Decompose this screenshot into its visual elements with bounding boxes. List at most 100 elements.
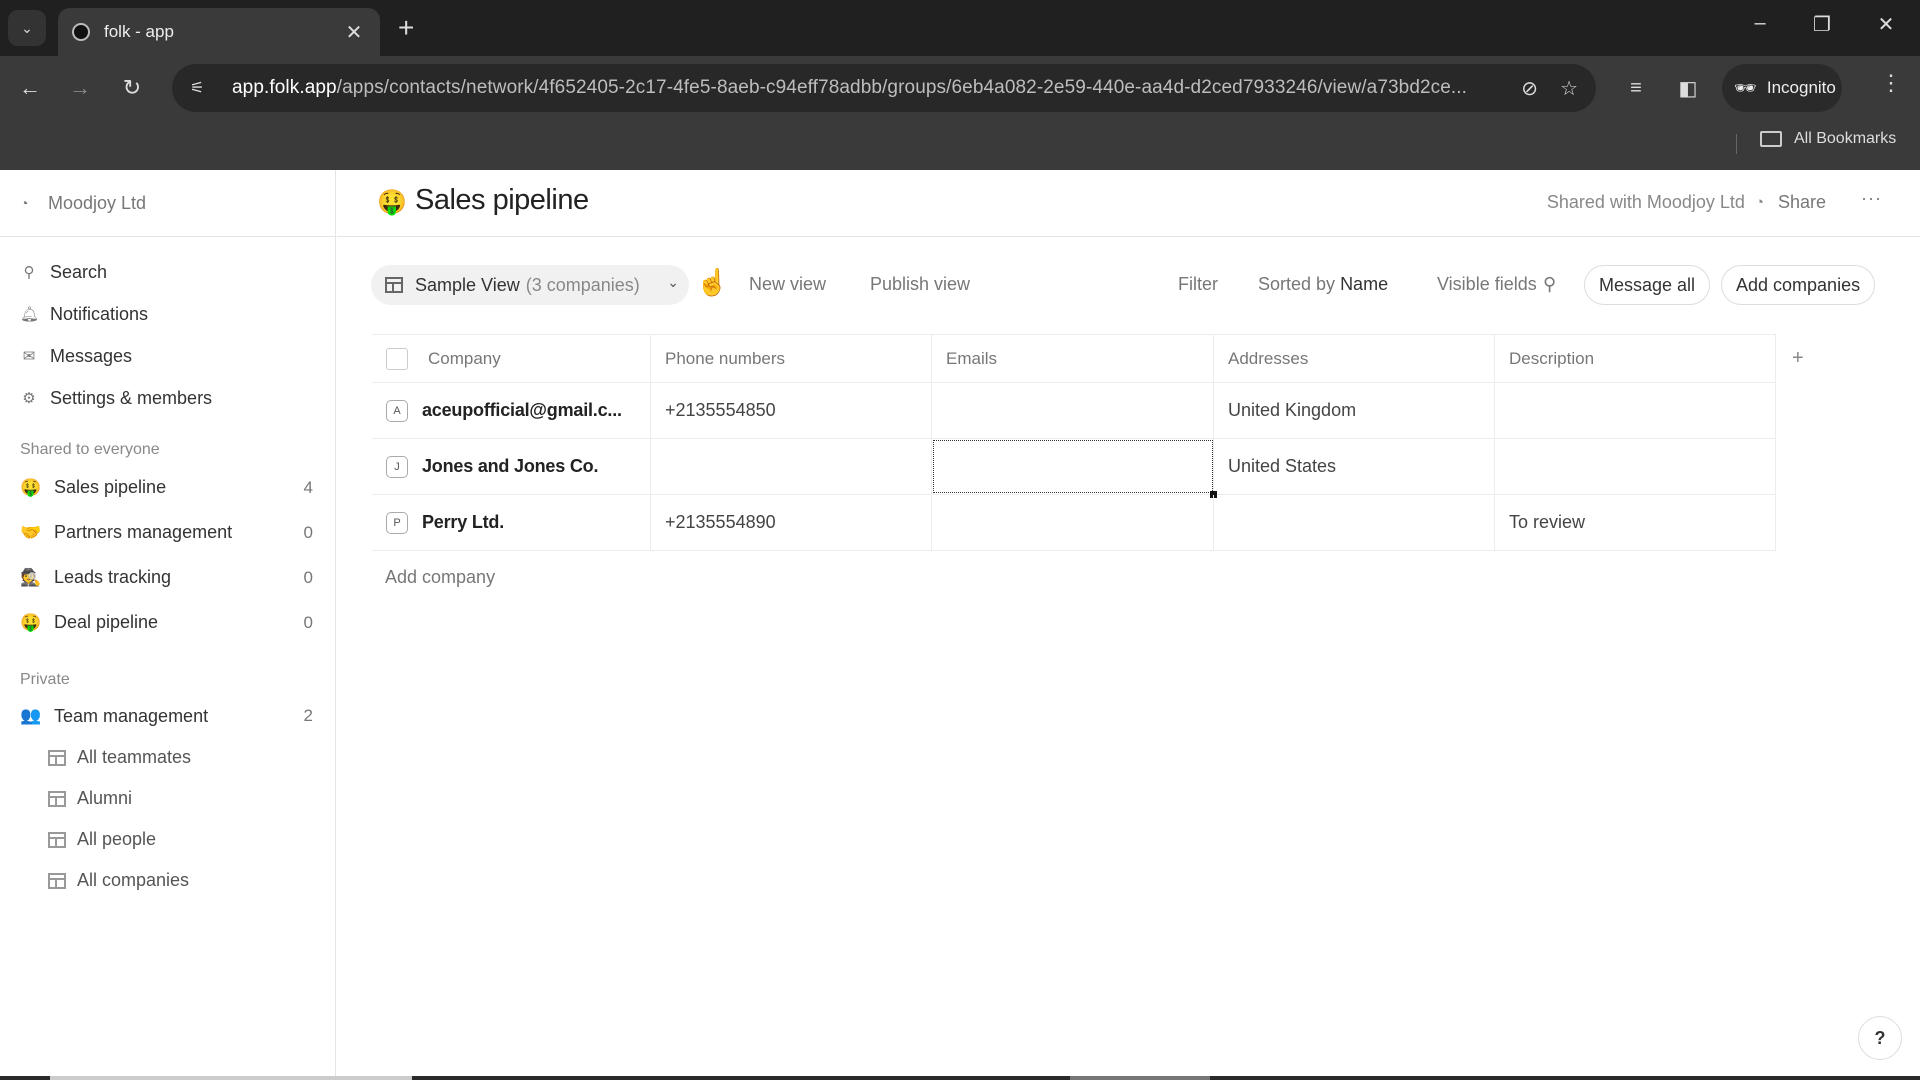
filter-button[interactable]: Filter bbox=[1178, 274, 1218, 295]
sort-prefix: Sorted by bbox=[1258, 274, 1336, 294]
sidebar-view-all-teammates[interactable]: All teammates bbox=[0, 737, 335, 778]
tab-title: folk - app bbox=[104, 22, 174, 41]
sidebar: ◔ Moodjoy Ltd ⚲ Search 🔔︎ Notifications … bbox=[0, 170, 336, 1080]
address-cell[interactable]: United Kingdom bbox=[1214, 383, 1495, 438]
sidebar-group-leads-tracking[interactable]: 🕵️ Leads tracking 0 bbox=[0, 555, 335, 600]
email-cell[interactable] bbox=[932, 495, 1214, 550]
sidebar-item-label: Notifications bbox=[50, 303, 149, 324]
company-name: aceupofficial@gmail.c... bbox=[422, 400, 622, 420]
phone-cell[interactable]: +2135554890 bbox=[651, 495, 932, 550]
tab-search-button[interactable]: ⌄ bbox=[8, 10, 46, 46]
detective-icon: 🕵️ bbox=[20, 567, 42, 587]
email-cell[interactable] bbox=[932, 383, 1214, 438]
workspace-switcher[interactable]: ◔ Moodjoy Ltd bbox=[0, 170, 335, 237]
description-cell[interactable] bbox=[1495, 439, 1776, 494]
close-window-icon[interactable]: ✕ bbox=[1866, 12, 1906, 37]
back-icon[interactable]: ← bbox=[12, 70, 48, 106]
company-cell[interactable]: P Perry Ltd. bbox=[372, 495, 651, 550]
column-header-phone[interactable]: Phone numbers bbox=[651, 335, 932, 382]
url-host: app.folk.app bbox=[232, 77, 337, 98]
address-cell[interactable] bbox=[1214, 495, 1495, 550]
add-company-button[interactable]: Add company bbox=[385, 567, 495, 588]
sidebar-item-settings[interactable]: ⚙ Settings & members bbox=[0, 377, 335, 419]
sidebar-view-all-companies[interactable]: All companies bbox=[0, 860, 335, 901]
add-companies-button[interactable]: Add companies bbox=[1721, 265, 1876, 305]
address-cell[interactable]: United States bbox=[1214, 439, 1495, 494]
add-column-button[interactable]: + bbox=[1792, 347, 1804, 370]
sidebar-item-messages[interactable]: ✉ Messages bbox=[0, 335, 335, 377]
email-cell-selected[interactable] bbox=[932, 439, 1217, 498]
description-cell[interactable] bbox=[1495, 383, 1776, 438]
sidebar-group-partners-management[interactable]: 🤝 Partners management 0 bbox=[0, 510, 335, 555]
browser-tab[interactable]: folk - app ✕ bbox=[58, 8, 380, 56]
sidebar-item-search[interactable]: ⚲ Search bbox=[0, 251, 335, 293]
company-initial-icon: J bbox=[386, 455, 408, 478]
table-row[interactable]: P Perry Ltd. +2135554890 To review bbox=[372, 495, 1776, 551]
scrollbar-thumb[interactable] bbox=[50, 1076, 412, 1080]
company-cell[interactable]: A aceupofficial@gmail.c... bbox=[372, 383, 651, 438]
table-row[interactable]: J Jones and Jones Co. United States bbox=[372, 439, 1776, 498]
restore-icon[interactable]: ❐ bbox=[1802, 12, 1842, 37]
sidebar-group-sales-pipeline[interactable]: 🤑 Sales pipeline 4 bbox=[0, 465, 335, 510]
company-initial-icon: A bbox=[386, 399, 408, 422]
more-options-button[interactable]: ··· bbox=[1861, 188, 1882, 209]
sidebar-group-deal-pipeline[interactable]: 🤑 Deal pipeline 0 bbox=[0, 600, 335, 645]
sidebar-view-all-people[interactable]: All people bbox=[0, 819, 335, 860]
publish-view-button[interactable]: Publish view bbox=[870, 274, 970, 295]
money-face-icon: 🤑 bbox=[20, 612, 42, 632]
shared-with-label: Shared with Moodjoy Ltd bbox=[1546, 192, 1745, 212]
all-bookmarks-button[interactable]: All Bookmarks bbox=[1760, 130, 1896, 148]
minimize-icon[interactable]: – bbox=[1740, 12, 1780, 35]
eye-off-icon[interactable]: ⊘ bbox=[1521, 76, 1538, 101]
address-bar[interactable]: ⚟ app.folk.app/apps/contacts/network/4f6… bbox=[172, 64, 1596, 112]
share-button[interactable]: Share bbox=[1778, 192, 1826, 213]
group-label: Leads tracking bbox=[54, 567, 172, 587]
select-all-checkbox[interactable] bbox=[386, 347, 408, 370]
search-icon[interactable]: ⚲ bbox=[1543, 274, 1556, 295]
new-view-button[interactable]: New view bbox=[749, 274, 826, 295]
media-control-icon[interactable]: ≡ bbox=[1618, 70, 1654, 106]
description-cell[interactable]: To review bbox=[1495, 495, 1776, 550]
sidebar-group-team-management[interactable]: 👥 Team management 2 bbox=[0, 695, 335, 737]
site-info-icon[interactable]: ⚟ bbox=[190, 78, 216, 98]
new-tab-button[interactable]: + bbox=[398, 12, 414, 44]
company-cell[interactable]: J Jones and Jones Co. bbox=[372, 439, 651, 494]
phone-cell[interactable] bbox=[651, 439, 932, 494]
close-tab-icon[interactable]: ✕ bbox=[342, 20, 366, 45]
view-count: (3 companies) bbox=[525, 274, 640, 295]
sidebar-view-alumni[interactable]: Alumni bbox=[0, 778, 335, 819]
column-header-addresses[interactable]: Addresses bbox=[1214, 335, 1495, 382]
star-icon[interactable]: ☆ bbox=[1560, 76, 1578, 101]
shared-with-indicator[interactable]: Shared with Moodjoy Ltd ◔ bbox=[1547, 192, 1764, 213]
workspace-name: Moodjoy Ltd bbox=[48, 192, 147, 213]
column-header-description[interactable]: Description bbox=[1495, 335, 1776, 382]
sort-button[interactable]: Sorted by Name bbox=[1258, 274, 1388, 295]
page-title[interactable]: Sales pipeline bbox=[415, 184, 589, 217]
message-all-button[interactable]: Message all bbox=[1584, 265, 1711, 305]
url-text[interactable]: app.folk.app/apps/contacts/network/4f652… bbox=[232, 77, 1499, 99]
gear-icon: ⚙ bbox=[22, 390, 36, 407]
horizontal-scrollbar[interactable] bbox=[0, 1076, 1920, 1080]
view-selector[interactable]: Sample View (3 companies) ⌄ bbox=[371, 265, 689, 305]
main-content: 🤑 Sales pipeline Shared with Moodjoy Ltd… bbox=[337, 170, 1920, 1080]
column-header-company[interactable]: Company bbox=[372, 335, 651, 382]
reload-icon[interactable]: ↻ bbox=[114, 70, 150, 106]
bookmarks-divider bbox=[1736, 134, 1737, 154]
table-row[interactable]: A aceupofficial@gmail.c... +2135554850 U… bbox=[372, 383, 1776, 439]
forward-icon[interactable]: → bbox=[62, 70, 98, 106]
column-header-emails[interactable]: Emails bbox=[932, 335, 1214, 382]
chevron-down-icon: ⌄ bbox=[667, 274, 679, 290]
folder-icon bbox=[1760, 131, 1782, 147]
side-panel-icon[interactable]: ◧ bbox=[1670, 70, 1706, 106]
view-label: All people bbox=[77, 829, 157, 849]
view-name: Sample View bbox=[415, 274, 520, 295]
incognito-badge[interactable]: 🕶 Incognito bbox=[1722, 64, 1842, 112]
group-label: Deal pipeline bbox=[54, 612, 159, 632]
help-button[interactable]: ? bbox=[1858, 1016, 1902, 1060]
sidebar-item-notifications[interactable]: 🔔︎ Notifications bbox=[0, 293, 335, 335]
phone-cell[interactable]: +2135554850 bbox=[651, 383, 932, 438]
browser-menu-icon[interactable]: ⋮ bbox=[1876, 70, 1906, 96]
sidebar-item-label: Search bbox=[50, 261, 108, 282]
visible-fields-button[interactable]: Visible fields bbox=[1437, 274, 1537, 295]
scrollbar-thumb[interactable] bbox=[1070, 1076, 1210, 1080]
